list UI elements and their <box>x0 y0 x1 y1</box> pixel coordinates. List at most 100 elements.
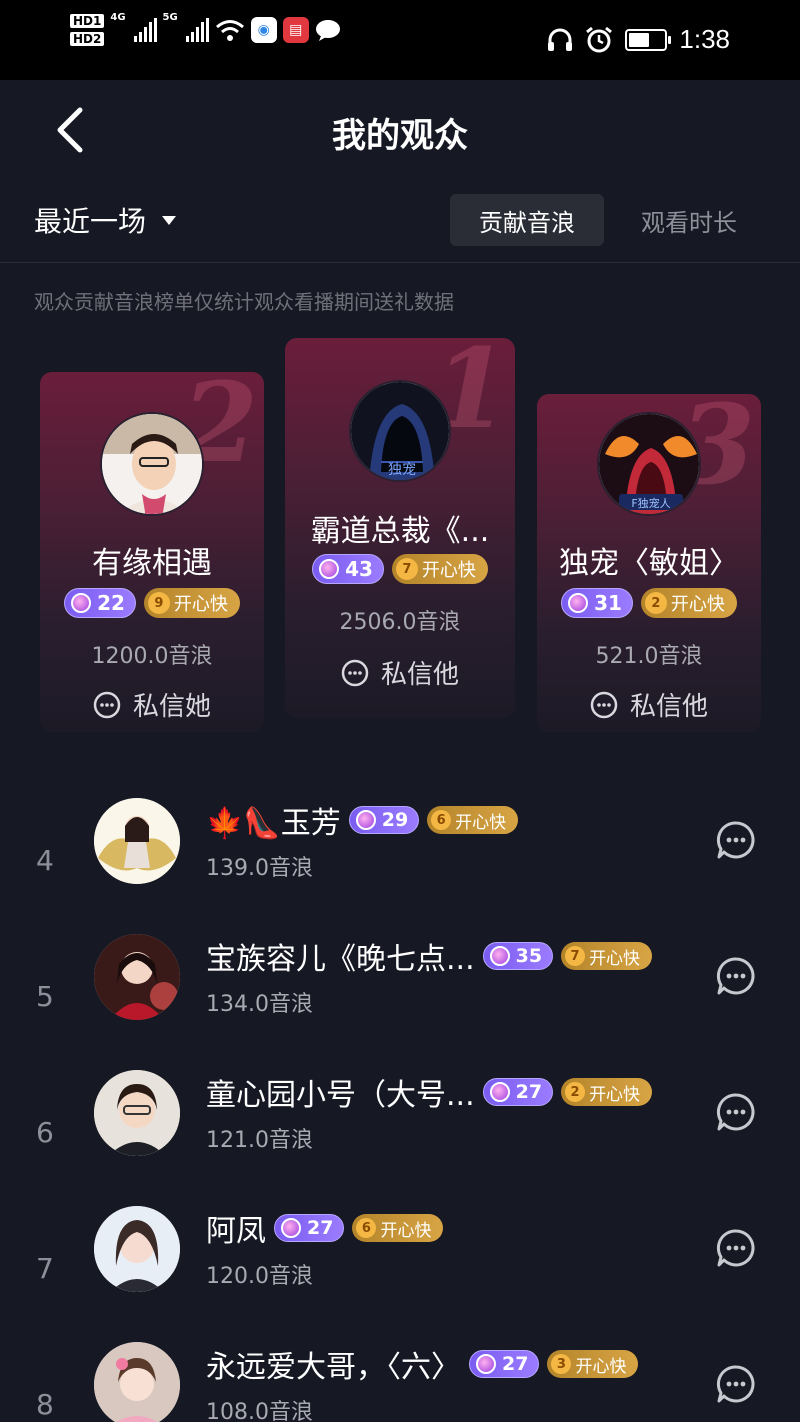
signal-icon <box>133 18 157 42</box>
podium-card-rank-3[interactable]: 3 F独宠人 独宠〈敏姐〉 31 2 开心快 521.0音浪 私信他 <box>537 394 761 732</box>
avatar[interactable]: F独宠人 <box>597 412 701 516</box>
chat-bubble-icon[interactable] <box>716 1364 756 1404</box>
clock-time: 1:38 <box>679 24 730 54</box>
fan-label: 开心快 <box>589 948 641 969</box>
notice-text: 观众贡献音浪榜单仅统计观众看播期间送礼数据 <box>34 290 454 314</box>
level-value: 31 <box>594 591 622 615</box>
fan-club-badge: 7 开心快 <box>561 942 653 970</box>
user-level-badge: 43 <box>312 554 384 584</box>
fan-club-badge: 7 开心快 <box>391 554 488 584</box>
divider <box>0 262 800 263</box>
gem-icon <box>568 593 589 613</box>
signal-icon-2 <box>185 18 209 42</box>
fan-club-badge: 2 开心快 <box>561 1078 653 1106</box>
avatar[interactable] <box>94 1342 180 1422</box>
fan-label: 开心快 <box>455 812 507 833</box>
chat-bubble-icon[interactable] <box>716 1092 756 1132</box>
fan-level-icon: 2 <box>644 592 667 614</box>
podium-card-rank-1[interactable]: 1 独宠 霸道总裁《... 43 7 开心快 2506.0音浪 私信他 <box>285 338 515 718</box>
rank-number: 6 <box>36 1116 54 1149</box>
message-label: 私信他 <box>380 660 459 690</box>
user-level-badge: 29 <box>348 806 420 834</box>
contribution-amount: 139.0音浪 <box>206 856 313 881</box>
gem-icon <box>489 1082 510 1102</box>
fan-club-badge: 3 开心快 <box>547 1350 639 1378</box>
chat-bubble-icon <box>93 691 121 718</box>
avatar[interactable] <box>94 1070 180 1156</box>
list-item[interactable]: 7 阿凤 27 6 开心快 120.0音浪 <box>0 1206 800 1342</box>
status-bar: HD1 HD2 4G 5G ◉ ▤ 1:38 <box>0 0 800 80</box>
avatar[interactable]: 独宠 <box>349 380 451 482</box>
card-username: 有缘相遇 <box>92 546 212 581</box>
headphones-icon <box>548 28 573 51</box>
message-button[interactable]: 私信他 <box>537 686 761 723</box>
gem-icon <box>476 1354 496 1374</box>
list-item[interactable]: 6 童心园小号（大号... 27 2 开心快 121.0音浪 <box>0 1070 800 1206</box>
svg-text:F独宠人: F独宠人 <box>631 496 670 510</box>
gem-icon <box>319 559 340 579</box>
hd1-indicator: HD1 <box>70 14 105 28</box>
chat-bubble-icon[interactable] <box>716 956 756 996</box>
contribution-amount: 108.0音浪 <box>206 1400 313 1422</box>
chat-bubble-icon <box>341 659 369 686</box>
contribution-amount: 120.0音浪 <box>206 1264 313 1289</box>
rank-number: 7 <box>36 1252 54 1285</box>
fan-club-badge: 6 开心快 <box>352 1214 444 1242</box>
filter-label: 最近一场 <box>34 205 147 238</box>
badge-row: 22 9 开心快 <box>40 588 264 618</box>
wifi-icon <box>215 20 244 41</box>
contribution-amount: 134.0音浪 <box>206 992 313 1017</box>
level-value: 27 <box>307 1217 334 1239</box>
rank-number: 4 <box>36 844 54 877</box>
page-title: 我的观众 <box>332 116 468 156</box>
username: 永远爱大哥，〈六〉 <box>206 1350 461 1385</box>
hd2-indicator: HD2 <box>70 32 105 46</box>
fan-level-icon: 6 <box>356 1218 377 1238</box>
list-item[interactable]: 4 🍁👠玉芳 29 6 开心快 139.0音浪 <box>0 798 800 934</box>
fan-level-icon: 2 <box>565 1082 586 1102</box>
fan-label: 开心快 <box>670 594 725 615</box>
tab-watch-time[interactable]: 观看时长 <box>616 194 762 246</box>
fan-club-badge: 9 开心快 <box>143 588 240 618</box>
avatar[interactable] <box>100 412 204 516</box>
message-icon <box>315 20 340 41</box>
badge-row: 31 2 开心快 <box>537 588 761 618</box>
message-button[interactable]: 私信她 <box>40 686 264 723</box>
message-button[interactable]: 私信他 <box>285 654 515 691</box>
podium-card-rank-2[interactable]: 2 有缘相遇 22 9 开心快 1200.0音浪 私信她 <box>40 372 264 732</box>
fan-level-icon: 9 <box>147 592 170 614</box>
level-value: 22 <box>97 591 125 615</box>
fan-level-icon: 7 <box>565 946 586 966</box>
contribution-amount: 2506.0音浪 <box>339 610 461 635</box>
user-level-badge: 27 <box>482 1078 554 1106</box>
avatar[interactable] <box>94 934 180 1020</box>
fan-level-icon: 7 <box>395 558 418 580</box>
badge-row: 43 7 开心快 <box>285 554 515 584</box>
reader-app-icon: ▤ <box>282 17 309 43</box>
fan-label: 开心快 <box>380 1220 432 1241</box>
chat-bubble-icon[interactable] <box>716 1228 756 1268</box>
fan-label: 开心快 <box>421 560 476 581</box>
message-label: 私信他 <box>629 692 708 722</box>
avatar[interactable] <box>94 798 180 884</box>
fan-label: 开心快 <box>575 1356 627 1377</box>
fan-club-badge: 2 开心快 <box>640 588 737 618</box>
tab-contribution[interactable]: 贡献音浪 <box>450 194 604 246</box>
level-value: 27 <box>515 1081 543 1103</box>
list-item[interactable]: 5 宝族容儿《晚七点... 35 7 开心快 134.0音浪 <box>0 934 800 1070</box>
user-level-badge: 27 <box>469 1350 540 1378</box>
rank-number: 5 <box>36 980 54 1013</box>
status-left: HD1 HD2 4G 5G ◉ ▤ <box>70 12 341 46</box>
username: 阿凤 <box>206 1214 266 1249</box>
user-level-badge: 27 <box>274 1214 345 1242</box>
battery-icon <box>625 28 672 51</box>
name-row: 阿凤 27 6 开心快 <box>206 1206 444 1250</box>
chat-bubble-icon[interactable] <box>716 820 756 860</box>
user-level-badge: 31 <box>561 588 633 618</box>
list-item[interactable]: 8 永远爱大哥，〈六〉 27 3 开心快 108.0音浪 <box>0 1342 800 1422</box>
avatar[interactable] <box>94 1206 180 1292</box>
user-level-badge: 22 <box>64 588 136 618</box>
gem-icon <box>355 810 376 830</box>
fan-label: 开心快 <box>589 1084 641 1105</box>
time-filter-dropdown[interactable]: 最近一场 <box>34 200 177 240</box>
